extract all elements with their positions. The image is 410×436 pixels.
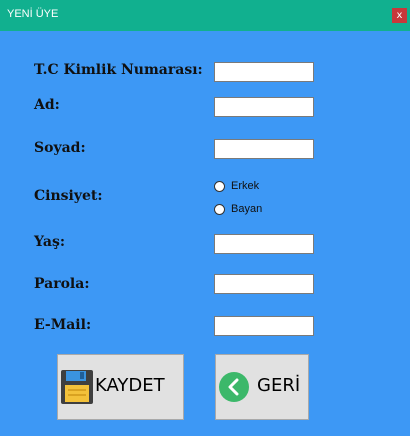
parola-input[interactable] [214,274,314,294]
tc-label: T.C Kimlik Numarası: [34,62,203,78]
tc-input[interactable] [214,62,314,82]
ad-label: Ad: [34,97,60,113]
gender-option-bayan[interactable]: Bayan [214,202,262,216]
save-button-label: KAYDET [95,375,165,396]
gender-option-erkek[interactable]: Erkek [214,179,259,193]
soyad-label: Soyad: [34,140,86,156]
radio-bayan-label: Bayan [231,203,263,215]
window-title: YENİ ÜYE [7,8,59,20]
parola-label: Parola: [34,276,90,292]
soyad-input[interactable] [214,139,314,159]
yas-input[interactable] [214,234,314,254]
back-button-label: GERİ [257,375,301,396]
close-button[interactable]: x [392,8,407,23]
radio-bayan[interactable] [214,203,225,215]
radio-erkek[interactable] [214,180,225,192]
back-button[interactable]: GERİ [215,354,309,420]
chevron-left-circle-icon [218,371,250,408]
radio-erkek-label: Erkek [231,180,260,192]
email-label: E-Mail: [34,317,92,333]
yas-label: Yaş: [34,234,66,250]
cinsiyet-label: Cinsiyet: [34,188,103,204]
title-bar: YENİ ÜYE x [0,0,410,31]
floppy-disk-icon [60,369,94,410]
email-input[interactable] [214,316,314,336]
ad-input[interactable] [214,97,314,117]
save-button[interactable]: KAYDET [57,354,184,420]
